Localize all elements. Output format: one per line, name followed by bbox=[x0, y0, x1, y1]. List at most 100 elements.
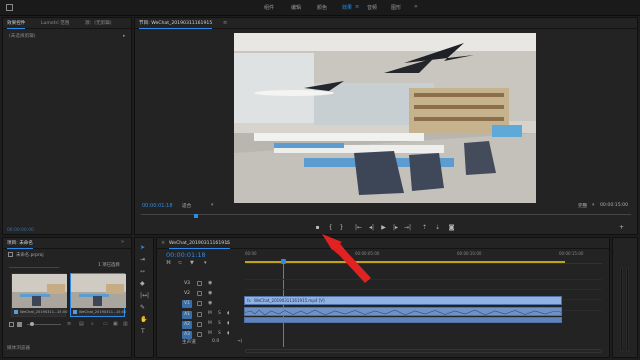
add-button[interactable]: + bbox=[617, 224, 626, 232]
tab-project[interactable]: 项目: 未命名 bbox=[7, 238, 33, 249]
tab-media-browser[interactable]: 媒体浏览器 bbox=[7, 345, 30, 351]
program-scrubber[interactable] bbox=[141, 214, 631, 218]
search-icon[interactable]: ⌕ bbox=[91, 321, 94, 327]
new-bin-icon[interactable]: ▭ bbox=[103, 321, 108, 327]
snap-icon[interactable]: ⌘ bbox=[166, 260, 171, 266]
track-lock-icon[interactable] bbox=[197, 322, 202, 327]
video-clip[interactable]: fx WeChat_20190311161915.mp4 [V] bbox=[244, 296, 562, 305]
project-search-input[interactable] bbox=[9, 262, 59, 268]
panel-menu-icon[interactable]: ≡ bbox=[223, 20, 227, 26]
step-forward-button[interactable]: |▸ bbox=[391, 224, 400, 232]
workspace-tab-color[interactable]: 颜色 bbox=[317, 4, 327, 11]
solo-icon[interactable]: S bbox=[218, 311, 221, 316]
workspace-tab-editing[interactable]: 编辑 bbox=[291, 4, 301, 11]
play-button[interactable]: ▶ bbox=[379, 224, 388, 232]
fit-dropdown-icon[interactable]: ▾ bbox=[211, 203, 213, 208]
work-area-bar[interactable] bbox=[245, 261, 565, 263]
expand-arrow-icon[interactable]: ▸ bbox=[123, 33, 126, 39]
mute-icon[interactable]: M bbox=[208, 311, 212, 316]
track-target-a1[interactable]: A1 bbox=[182, 311, 192, 319]
eye-icon[interactable]: ◉ bbox=[208, 290, 212, 296]
track-lock-icon[interactable] bbox=[197, 281, 202, 286]
eye-icon[interactable]: ◉ bbox=[208, 300, 212, 306]
add-marker-button[interactable]: ▪ bbox=[313, 224, 322, 232]
program-current-time[interactable]: 00:00:01:18 bbox=[142, 203, 173, 209]
step-back-button[interactable]: ◂| bbox=[367, 224, 376, 232]
track-lock-icon[interactable] bbox=[197, 332, 202, 337]
project-item[interactable]: WeChat_20190311... 15:00 bbox=[70, 273, 126, 317]
icon-view-icon[interactable] bbox=[17, 322, 22, 327]
audio-clip[interactable] bbox=[244, 307, 563, 316]
voiceover-mic-icon[interactable]: ◖ bbox=[227, 311, 229, 316]
list-view-icon[interactable] bbox=[9, 322, 14, 327]
track-lock-icon[interactable] bbox=[197, 291, 202, 296]
panel-menu-icon[interactable]: ≡ bbox=[225, 240, 229, 246]
type-tool-icon[interactable]: T bbox=[141, 328, 145, 335]
track-lock-icon[interactable] bbox=[197, 312, 202, 317]
ripple-edit-tool-icon[interactable]: ⇿ bbox=[140, 268, 145, 275]
hand-tool-icon[interactable]: ✋ bbox=[140, 316, 147, 323]
project-item[interactable]: WeChat_20190311... 15:00 bbox=[11, 273, 67, 317]
export-frame-button[interactable]: ◙ bbox=[447, 224, 456, 232]
track-target-v2[interactable]: V2 bbox=[182, 290, 192, 298]
go-to-out-button[interactable]: →| bbox=[403, 224, 412, 232]
mute-icon[interactable]: M bbox=[208, 321, 212, 326]
tab-effect-controls[interactable]: 效果控件 bbox=[7, 18, 26, 29]
master-value[interactable]: 0.0 bbox=[212, 339, 219, 344]
lift-button[interactable]: ⇡ bbox=[420, 224, 429, 232]
go-to-out-icon[interactable]: →| bbox=[237, 339, 242, 344]
add-marker-icon[interactable]: ▼ bbox=[190, 260, 194, 266]
workspace-tab-assembly[interactable]: 组件 bbox=[264, 4, 274, 11]
linked-selection-icon[interactable]: ⊂ bbox=[178, 260, 182, 266]
go-to-in-button[interactable]: |← bbox=[354, 224, 363, 232]
extract-button[interactable]: ⇣ bbox=[433, 224, 442, 232]
track-target-v1[interactable]: V1 bbox=[182, 300, 192, 308]
track-target-v3[interactable]: V3 bbox=[182, 280, 192, 288]
time-ruler[interactable]: 00:00 00:00:05:00 00:00:10:00 00:00:15:0… bbox=[245, 251, 602, 264]
workspace-tab-effects[interactable]: 效果 bbox=[342, 4, 352, 11]
timeline-scrollbar[interactable] bbox=[245, 349, 602, 353]
selection-tool-icon[interactable]: ➤ bbox=[140, 244, 145, 251]
voiceover-mic-icon[interactable]: ◖ bbox=[227, 321, 229, 326]
track-select-tool-icon[interactable]: ⇥ bbox=[140, 256, 145, 263]
mark-out-button[interactable]: } bbox=[337, 224, 346, 232]
delete-icon[interactable]: ▥ bbox=[123, 321, 128, 327]
mark-in-button[interactable]: { bbox=[326, 224, 335, 232]
project-more-icon[interactable]: » bbox=[121, 239, 124, 245]
track-target-a2[interactable]: A2 bbox=[182, 321, 192, 329]
voiceover-mic-icon[interactable]: ◖ bbox=[227, 331, 229, 336]
new-item-icon[interactable]: ▣ bbox=[113, 321, 118, 327]
clip-fx-icon: fx bbox=[247, 298, 251, 303]
playhead-marker[interactable] bbox=[194, 214, 198, 218]
timeline-settings-icon[interactable]: ▾ bbox=[204, 260, 207, 266]
track-lock-icon[interactable] bbox=[197, 301, 202, 306]
audio-clip[interactable] bbox=[244, 317, 562, 323]
home-icon[interactable] bbox=[6, 4, 13, 11]
mute-icon[interactable]: M bbox=[208, 331, 212, 336]
quality-select[interactable]: 完整 bbox=[578, 203, 587, 209]
quality-dropdown-icon[interactable]: ▾ bbox=[592, 203, 594, 208]
pen-tool-icon[interactable]: ✎ bbox=[140, 304, 145, 311]
meter-right bbox=[626, 268, 629, 352]
razor-tool-icon[interactable]: ◆ bbox=[140, 280, 145, 287]
fit-select[interactable]: 适合 bbox=[182, 203, 191, 209]
timeline-timecode[interactable]: 00:00:01:18 bbox=[166, 251, 206, 259]
workspace-tab-audio[interactable]: 音频 bbox=[367, 4, 377, 11]
more-workspaces-icon[interactable]: » bbox=[414, 3, 418, 10]
tab-source[interactable]: 源：(无剪辑) bbox=[85, 18, 112, 29]
tab-lumetri-scopes[interactable]: Lumetri 范围 bbox=[41, 18, 69, 29]
slip-tool-icon[interactable]: |↔| bbox=[140, 292, 149, 299]
eye-icon[interactable]: ◉ bbox=[208, 280, 212, 286]
sort-icon[interactable]: ≡ bbox=[67, 321, 71, 327]
automate-icon[interactable]: ▤ bbox=[79, 321, 84, 327]
track-target-a3[interactable]: A3 bbox=[182, 331, 192, 339]
solo-icon[interactable]: S bbox=[218, 321, 221, 326]
solo-icon[interactable]: S bbox=[218, 331, 221, 336]
close-icon[interactable]: × bbox=[161, 240, 165, 246]
workspace-tab-graphics[interactable]: 图形 bbox=[391, 4, 401, 11]
zoom-slider-handle[interactable] bbox=[30, 322, 34, 326]
tab-program[interactable]: 节目: WeChat_20190311161915 bbox=[139, 18, 213, 29]
playhead-line bbox=[283, 264, 284, 347]
workspace-menu-icon[interactable]: ≡ bbox=[355, 4, 359, 10]
tab-sequence[interactable]: WeChat_20190311161915 bbox=[169, 238, 231, 249]
